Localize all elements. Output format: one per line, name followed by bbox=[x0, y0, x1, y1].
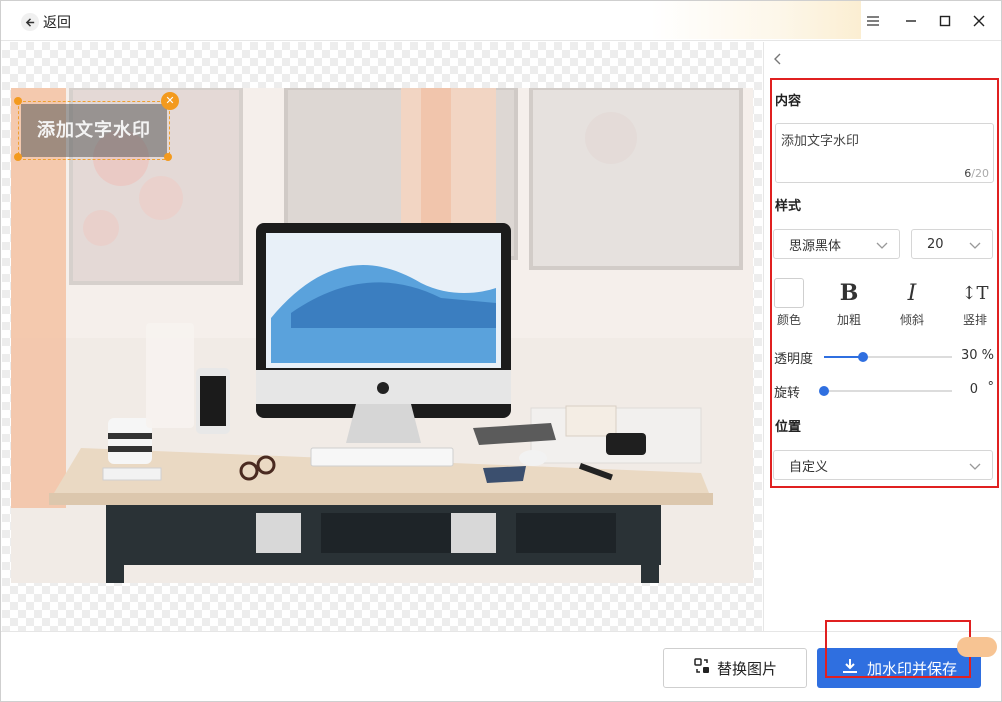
rotate-slider-knob[interactable] bbox=[819, 386, 829, 396]
font-size-select[interactable]: 20 bbox=[911, 229, 993, 259]
collapse-chevron-icon[interactable] bbox=[772, 52, 788, 68]
vertical-text-button[interactable]: ↕T 竖排 bbox=[958, 278, 992, 328]
resize-handle[interactable] bbox=[14, 153, 22, 161]
replace-image-label: 替换图片 bbox=[716, 659, 777, 678]
rotate-value: 0 bbox=[969, 382, 978, 397]
title-bar: 返回 bbox=[1, 1, 1001, 41]
opacity-slider[interactable] bbox=[824, 352, 952, 362]
back-label: 返回 bbox=[43, 15, 71, 31]
char-counter: 6/20 bbox=[964, 167, 989, 180]
watermark-text[interactable]: 添加文字水印 bbox=[21, 104, 167, 157]
opacity-value: 30 % bbox=[960, 348, 994, 363]
rotate-unit: ° bbox=[987, 380, 995, 395]
position-section-title: 位置 bbox=[775, 420, 802, 435]
floating-bubble bbox=[957, 637, 997, 657]
position-select[interactable]: 自定义 bbox=[773, 450, 993, 480]
bold-icon: B bbox=[839, 280, 859, 306]
close-icon[interactable] bbox=[969, 11, 989, 31]
italic-button[interactable]: I 倾斜 bbox=[895, 278, 929, 328]
replace-image-icon bbox=[693, 657, 711, 679]
back-button[interactable]: 返回 bbox=[21, 12, 71, 32]
remove-watermark-icon[interactable]: ✕ bbox=[161, 92, 179, 110]
maximize-icon[interactable] bbox=[935, 11, 955, 31]
replace-image-button[interactable]: 替换图片 bbox=[663, 648, 807, 688]
char-max: /20 bbox=[971, 167, 989, 180]
chevron-down-icon bbox=[968, 238, 982, 252]
watermark-box[interactable]: 添加文字水印 ✕ bbox=[14, 92, 179, 161]
vertical-text-icon: ↕T bbox=[961, 282, 989, 304]
resize-handle[interactable] bbox=[14, 97, 22, 105]
resize-handle[interactable] bbox=[164, 153, 172, 161]
menu-icon[interactable] bbox=[863, 11, 883, 31]
style-section-title: 样式 bbox=[775, 199, 802, 214]
title-decoration bbox=[651, 1, 861, 39]
font-family-value: 思源黑体 bbox=[789, 238, 842, 254]
font-family-select[interactable]: 思源黑体 bbox=[773, 229, 900, 259]
app-window: 返回 添加文字水印 ✕ 内容 添加文字水印 6/20 样式 思源黑体 20 颜色… bbox=[0, 0, 1002, 702]
font-size-value: 20 bbox=[927, 236, 944, 252]
settings-highlight-box: 内容 添加文字水印 6/20 样式 思源黑体 20 颜色 B 加粗 I 倾斜 ↕… bbox=[770, 78, 999, 488]
vertical-text-label: 竖排 bbox=[962, 313, 987, 327]
download-icon bbox=[841, 657, 859, 679]
watermark-text-input[interactable]: 添加文字水印 6/20 bbox=[775, 123, 994, 183]
bottom-bar: 替换图片 加水印并保存 bbox=[1, 631, 1001, 701]
rotate-label: 旋转 bbox=[774, 386, 801, 401]
minimize-icon[interactable] bbox=[901, 11, 921, 31]
position-value: 自定义 bbox=[789, 459, 829, 475]
opacity-slider-knob[interactable] bbox=[858, 352, 868, 362]
image-canvas[interactable]: 添加文字水印 ✕ bbox=[2, 42, 762, 631]
content-section-title: 内容 bbox=[775, 94, 802, 109]
desk-photo bbox=[11, 88, 753, 583]
color-swatch bbox=[774, 278, 804, 308]
color-button[interactable]: 颜色 bbox=[772, 278, 806, 328]
settings-panel: 内容 添加文字水印 6/20 样式 思源黑体 20 颜色 B 加粗 I 倾斜 ↕… bbox=[763, 42, 1001, 631]
italic-label: 倾斜 bbox=[899, 313, 924, 327]
rotate-slider[interactable] bbox=[819, 386, 952, 396]
bold-label: 加粗 bbox=[836, 313, 861, 327]
color-label: 颜色 bbox=[776, 313, 801, 327]
back-arrow-icon bbox=[21, 13, 39, 31]
bold-button[interactable]: B 加粗 bbox=[832, 278, 866, 328]
add-watermark-save-button[interactable]: 加水印并保存 bbox=[817, 648, 981, 688]
italic-icon: I bbox=[907, 280, 917, 306]
opacity-label: 透明度 bbox=[774, 352, 814, 367]
chevron-down-icon bbox=[968, 459, 982, 473]
save-label: 加水印并保存 bbox=[866, 659, 957, 678]
watermark-text-input-value: 添加文字水印 bbox=[781, 134, 860, 149]
chevron-down-icon bbox=[875, 238, 889, 252]
